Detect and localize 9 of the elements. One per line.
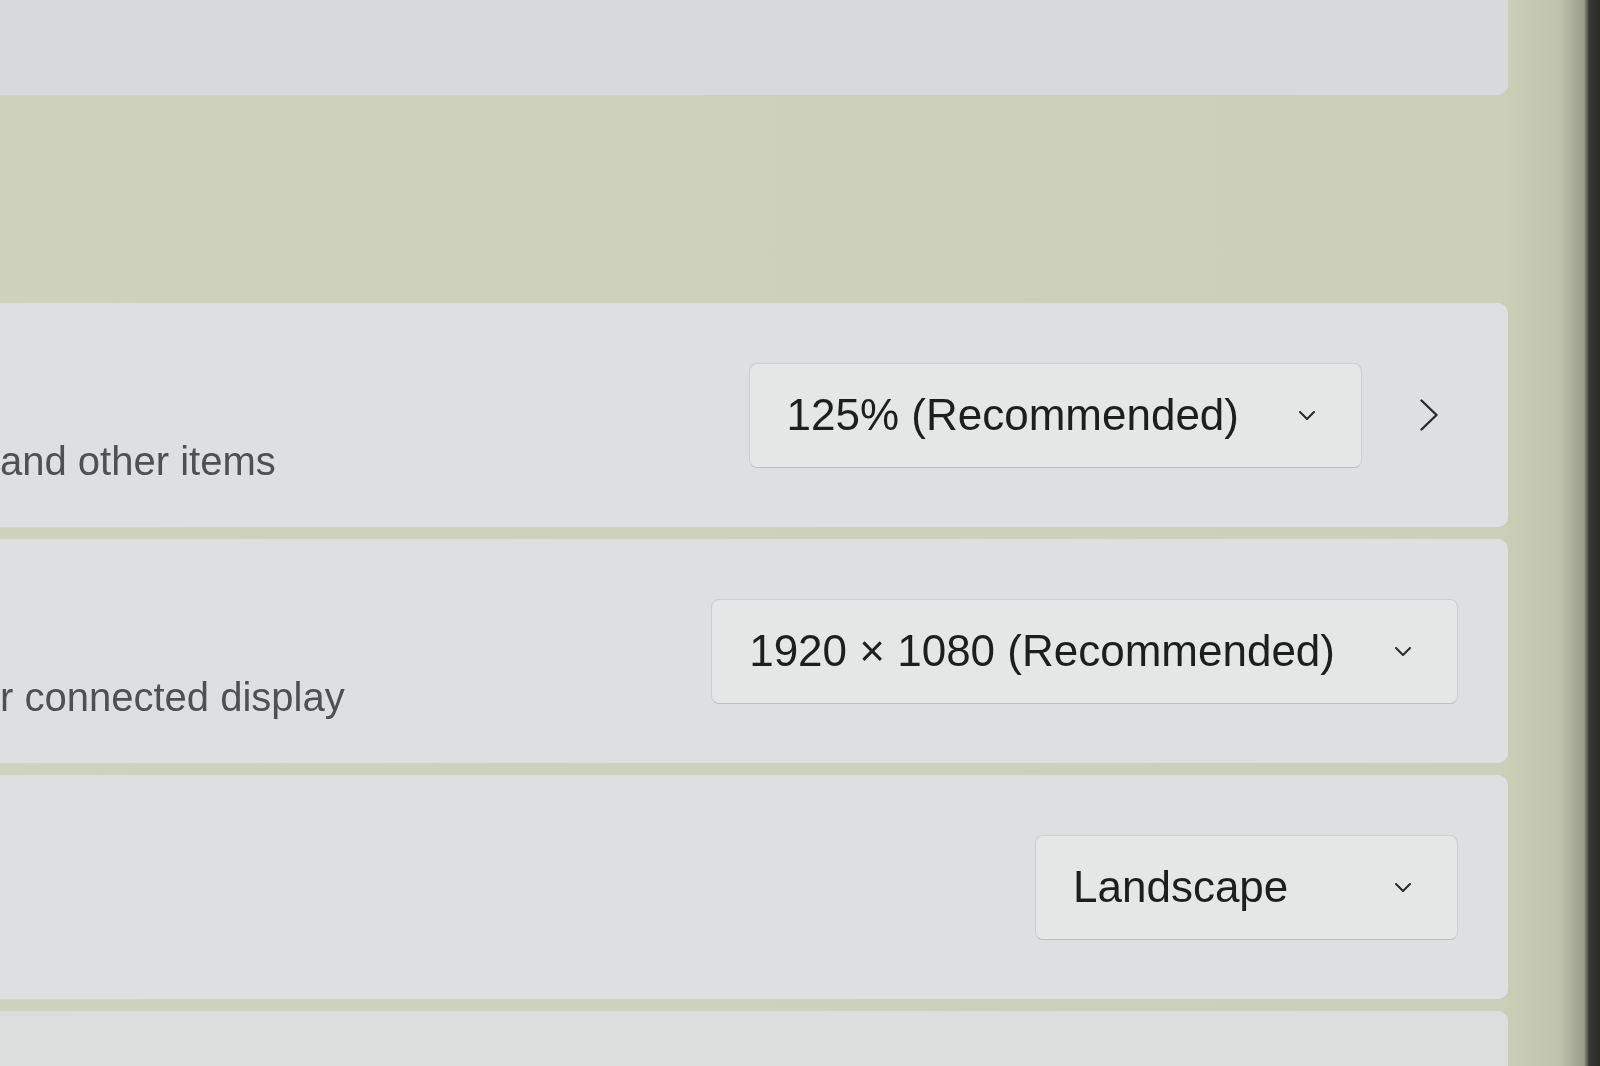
dropdown[interactable]: 1920 × 1080 (Recommended) [711, 598, 1458, 704]
dropdown[interactable]: Landscape [1035, 834, 1458, 940]
setting-description: and other items [0, 438, 276, 484]
chevron-right-icon[interactable] [1420, 399, 1438, 431]
chevron-down-icon [1395, 882, 1411, 892]
setting-description: r connected display [0, 674, 345, 720]
chevron-down-icon [1395, 646, 1411, 656]
chevron-down-icon [1299, 410, 1315, 420]
dropdown[interactable]: 125% (Recommended) [748, 362, 1362, 468]
